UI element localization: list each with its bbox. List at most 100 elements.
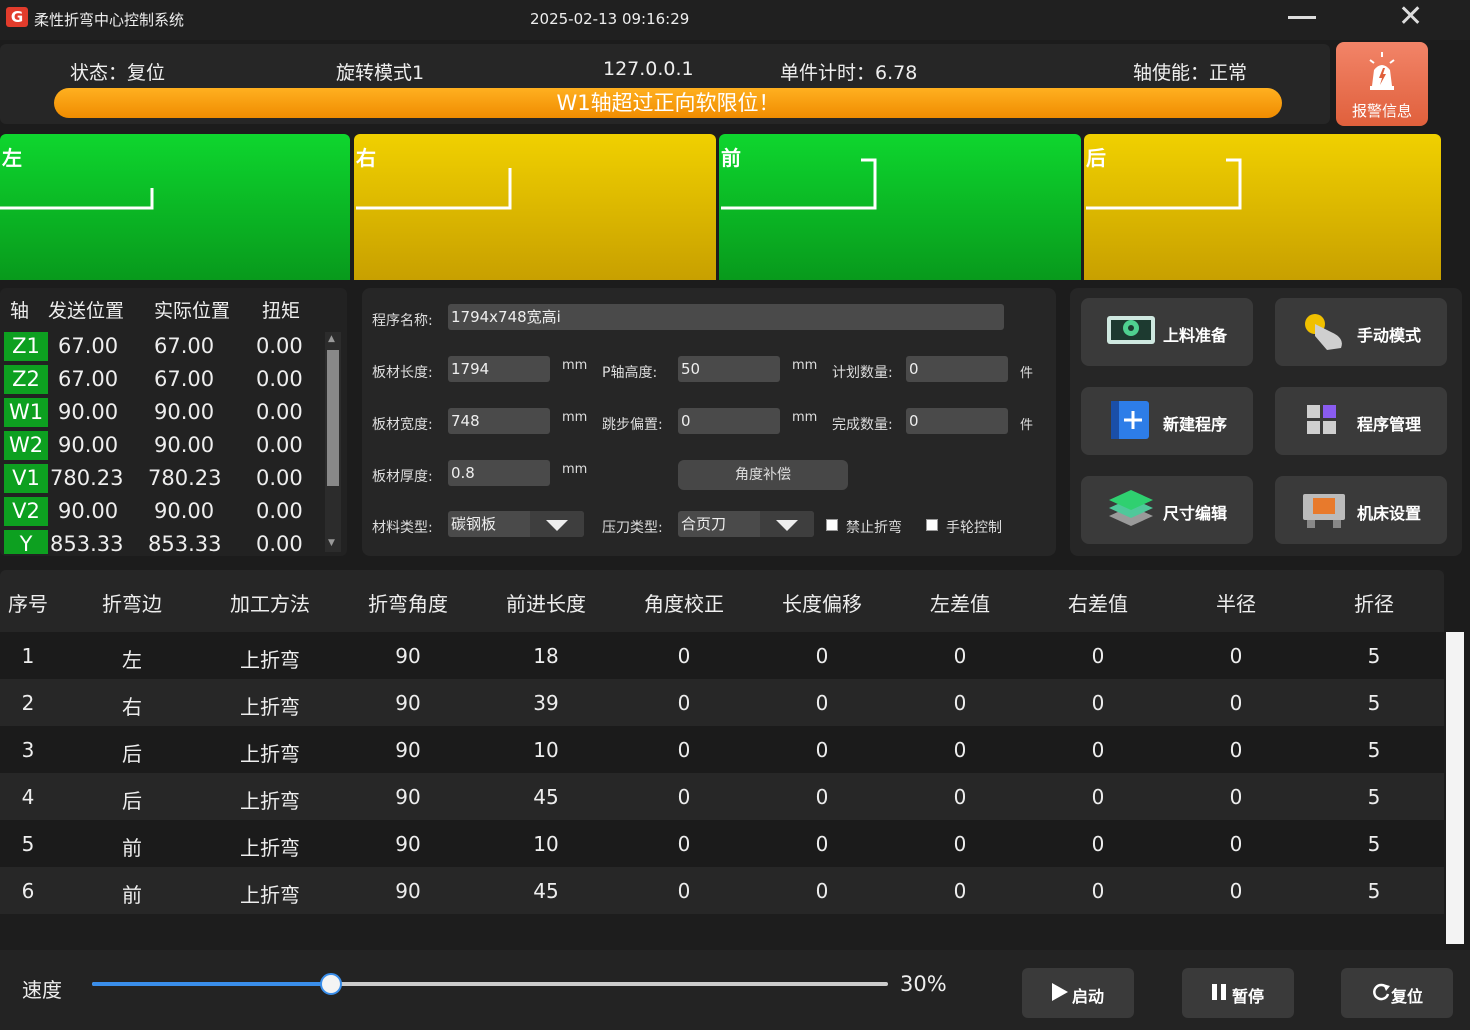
table-cell: 0	[953, 879, 967, 903]
table-row[interactable]: 6 前 上折弯 90 45 0 0 0 0 0 5	[0, 867, 1444, 914]
material-type-select[interactable]: 碳钢板	[448, 511, 584, 537]
column-header: 右差值	[1068, 592, 1128, 616]
minimize-icon[interactable]	[1288, 16, 1316, 19]
machine-state: 状态：复位	[70, 62, 166, 84]
direction-panel-left[interactable]: 左	[0, 134, 350, 280]
step-offset-input[interactable]: 0	[678, 408, 780, 434]
axis-row: Z2 67.00 67.00 0.00	[0, 363, 320, 396]
sheet-width-label: 板材宽度:	[372, 417, 433, 433]
table-row[interactable]: 4 后 上折弯 90 45 0 0 0 0 0 5	[0, 773, 1444, 820]
axis-send-pos: 853.33	[50, 532, 124, 554]
machine-settings-button[interactable]: 机床设置	[1275, 476, 1447, 544]
machine-settings-label: 机床设置	[1357, 504, 1422, 523]
pause-label: 暂停	[1232, 987, 1265, 1006]
scrollbar-thumb[interactable]	[327, 350, 339, 486]
table-cell: 前	[122, 883, 142, 907]
column-header: 前进长度	[506, 592, 586, 616]
axis-actual-pos: 853.33	[148, 532, 222, 554]
axis-position-panel: 轴 发送位置 实际位置 扭矩 Z1 67.00 67.00 0.00 Z2 67…	[0, 288, 347, 556]
step-offset-label: 跳步偏置:	[602, 417, 663, 433]
table-cell: 90	[395, 879, 421, 903]
table-cell: 2	[21, 691, 35, 715]
table-cell: 0	[1229, 785, 1243, 809]
direction-panel-front[interactable]: 前	[719, 134, 1081, 280]
axis-actual-pos: 90.00	[154, 433, 215, 457]
table-cell: 后	[122, 742, 142, 766]
scroll-up-icon[interactable]: ▲	[328, 334, 335, 344]
direction-panel-back[interactable]: 后	[1084, 134, 1441, 280]
table-cell: 0	[1091, 785, 1105, 809]
dimension-edit-button[interactable]: 尺寸编辑	[1081, 476, 1253, 544]
column-header: 折径	[1354, 592, 1394, 616]
table-cell: 5	[21, 832, 35, 856]
loading-prep-button[interactable]: 上料准备	[1081, 298, 1253, 366]
axis-header-send: 发送位置	[48, 300, 125, 322]
control-bar: 速度 30% 启动 暂停 复位	[0, 950, 1470, 1030]
close-icon[interactable]: ✕	[1398, 2, 1423, 32]
axis-name: V1	[4, 464, 48, 493]
table-cell: 0	[677, 879, 691, 903]
table-cell: 0	[677, 644, 691, 668]
chevron-down-icon	[776, 520, 798, 531]
sheet-width-input[interactable]: 748	[448, 408, 550, 434]
alarm-info-button[interactable]: 报警信息	[1336, 42, 1428, 126]
table-row[interactable]: 5 前 上折弯 90 10 0 0 0 0 0 5	[0, 820, 1444, 867]
program-manage-button[interactable]: 程序管理	[1275, 387, 1447, 455]
manual-mode-button[interactable]: 手动模式	[1275, 298, 1447, 366]
table-cell: 0	[815, 738, 829, 762]
play-icon	[1052, 983, 1068, 1001]
p-axis-height-input[interactable]: 50	[678, 356, 780, 382]
table-cell: 0	[677, 691, 691, 715]
bend-profile-front-icon	[721, 158, 877, 210]
start-button[interactable]: 启动	[1022, 968, 1134, 1018]
speed-slider[interactable]	[92, 973, 888, 995]
table-cell: 0	[953, 832, 967, 856]
table-cell: 39	[533, 691, 559, 715]
table-cell: 45	[533, 785, 559, 809]
hand-pointer-icon	[1305, 314, 1342, 350]
handwheel-label: 手轮控制	[946, 520, 1002, 536]
axis-torque: 0.00	[256, 334, 303, 358]
alarm-light-icon	[1369, 52, 1395, 90]
axis-torque: 0.00	[256, 367, 303, 391]
dropdown-button[interactable]	[760, 511, 814, 537]
table-cell: 0	[1091, 832, 1105, 856]
blade-type-select[interactable]: 合页刀	[678, 511, 814, 537]
unit-label: 件	[1020, 418, 1034, 433]
axis-header-torque: 扭矩	[262, 300, 301, 322]
bend-table: 序号 折弯边 加工方法 折弯角度 前进长度 角度校正 长度偏移 左差值 右差值 …	[0, 570, 1444, 950]
speed-slider-handle[interactable]	[319, 973, 342, 995]
table-cell: 90	[395, 644, 421, 668]
speed-slider-fill	[92, 982, 331, 986]
unit-label: mm	[562, 462, 588, 477]
table-row[interactable]: 1 左 上折弯 90 18 0 0 0 0 0 5	[0, 632, 1444, 679]
table-row[interactable]: 2 右 上折弯 90 39 0 0 0 0 0 5	[0, 679, 1444, 726]
pause-button[interactable]: 暂停	[1182, 968, 1294, 1018]
start-label: 启动	[1072, 987, 1105, 1006]
reset-button[interactable]: 复位	[1341, 968, 1453, 1018]
program-name-input[interactable]: 1794x748宽高i	[448, 304, 1004, 330]
new-program-button[interactable]: 新建程序	[1081, 387, 1253, 455]
table-cell: 0	[1229, 738, 1243, 762]
done-qty-input[interactable]: 0	[906, 408, 1008, 434]
table-cell: 90	[395, 832, 421, 856]
scroll-down-icon[interactable]: ▼	[328, 538, 335, 548]
bend-profile-left-icon	[0, 188, 154, 210]
forbid-bend-checkbox[interactable]	[826, 519, 838, 531]
plan-qty-input[interactable]: 0	[906, 356, 1008, 382]
table-cell: 5	[1367, 879, 1381, 903]
table-cell: 0	[953, 644, 967, 668]
table-cell: 上折弯	[240, 695, 300, 719]
table-cell: 上折弯	[240, 648, 300, 672]
table-cell: 5	[1367, 691, 1381, 715]
direction-panel-right[interactable]: 右	[354, 134, 716, 280]
dropdown-button[interactable]	[530, 511, 584, 537]
axis-enable-status: 轴使能：正常	[1133, 62, 1248, 84]
axis-scrollbar[interactable]: ▲ ▼	[325, 332, 341, 552]
sheet-thickness-input[interactable]: 0.8	[448, 460, 550, 486]
table-row[interactable]: 3 后 上折弯 90 10 0 0 0 0 0 5	[0, 726, 1444, 773]
handwheel-checkbox[interactable]	[926, 519, 938, 531]
table-scrollbar[interactable]	[1446, 632, 1464, 944]
angle-compensation-button[interactable]: 角度补偿	[678, 460, 848, 490]
sheet-length-input[interactable]: 1794	[448, 356, 550, 382]
